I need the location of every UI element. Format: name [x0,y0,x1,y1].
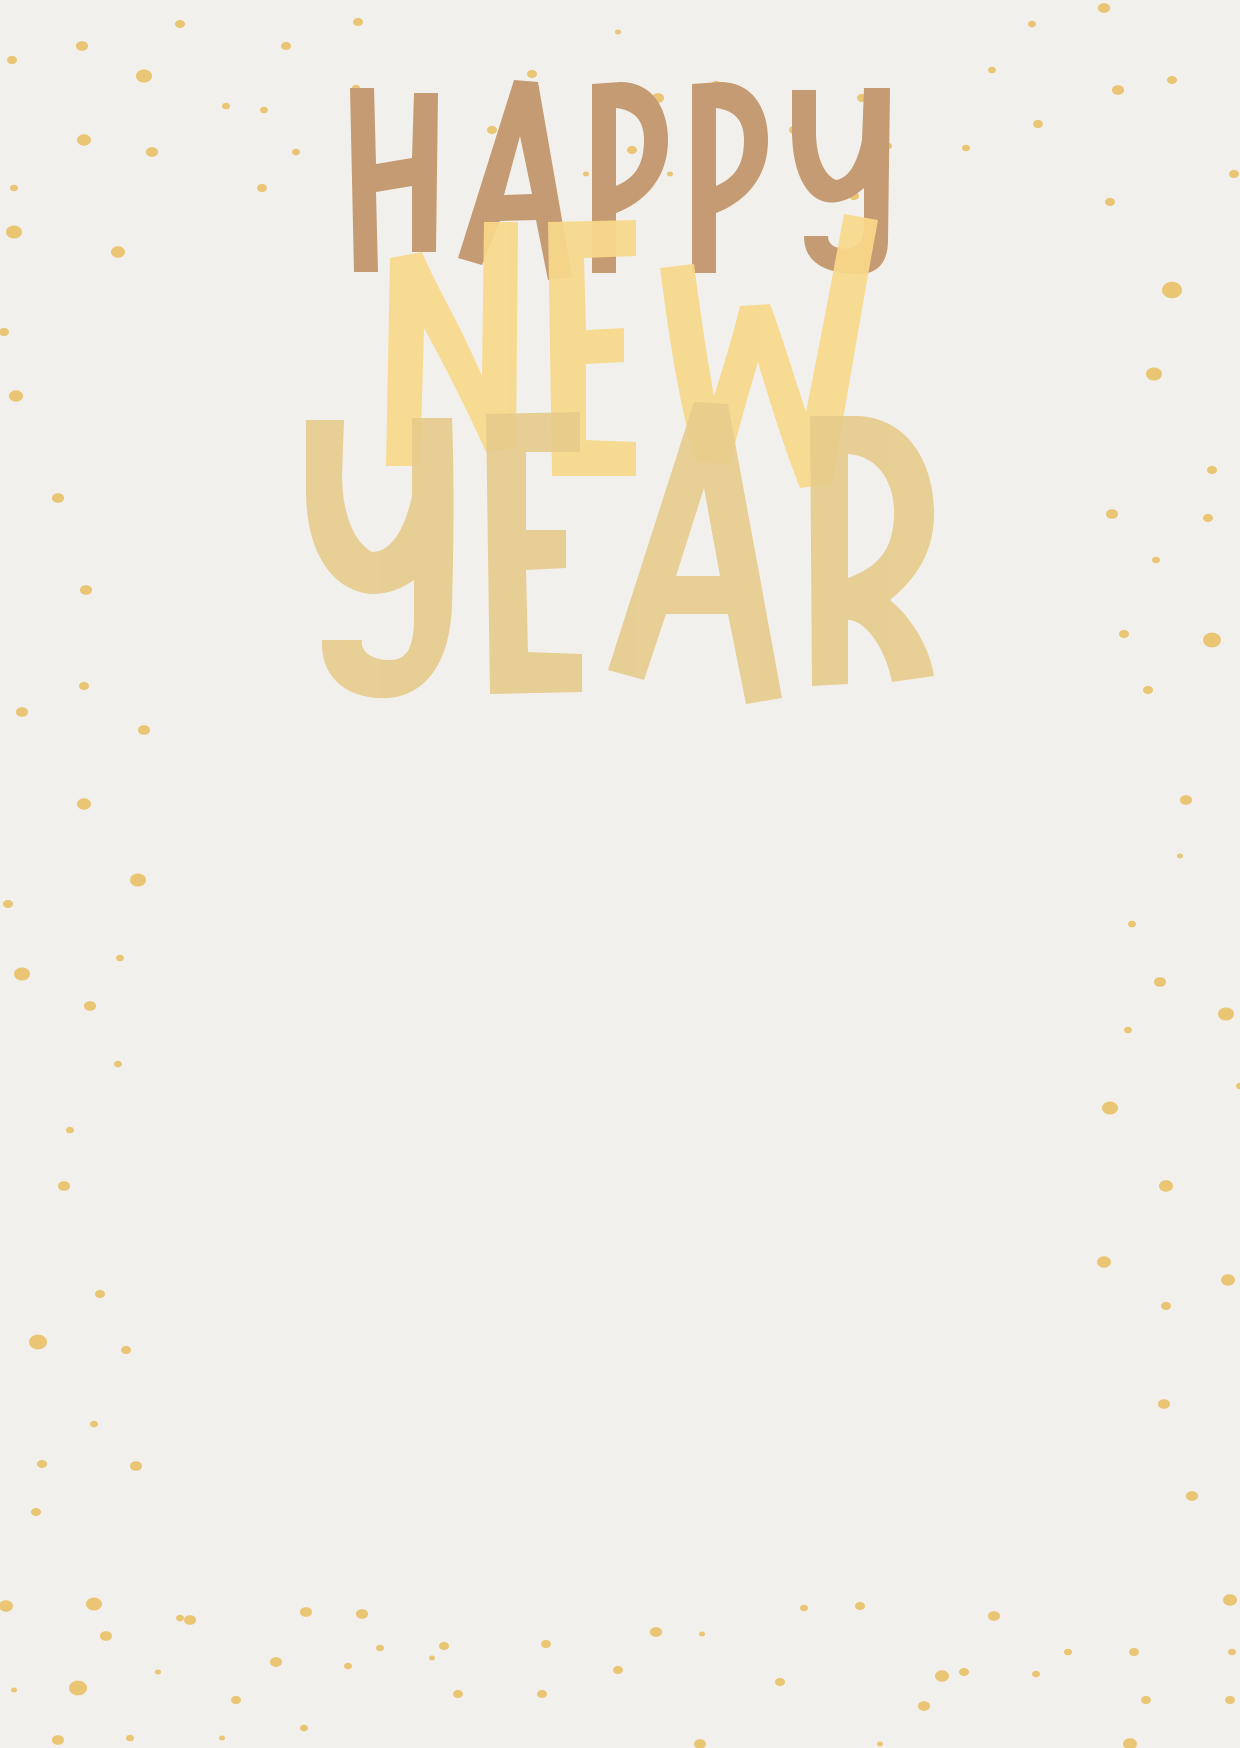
headline-lettering [306,80,934,704]
new-year-card: HAPPY NEW YEAR [0,0,1240,1748]
